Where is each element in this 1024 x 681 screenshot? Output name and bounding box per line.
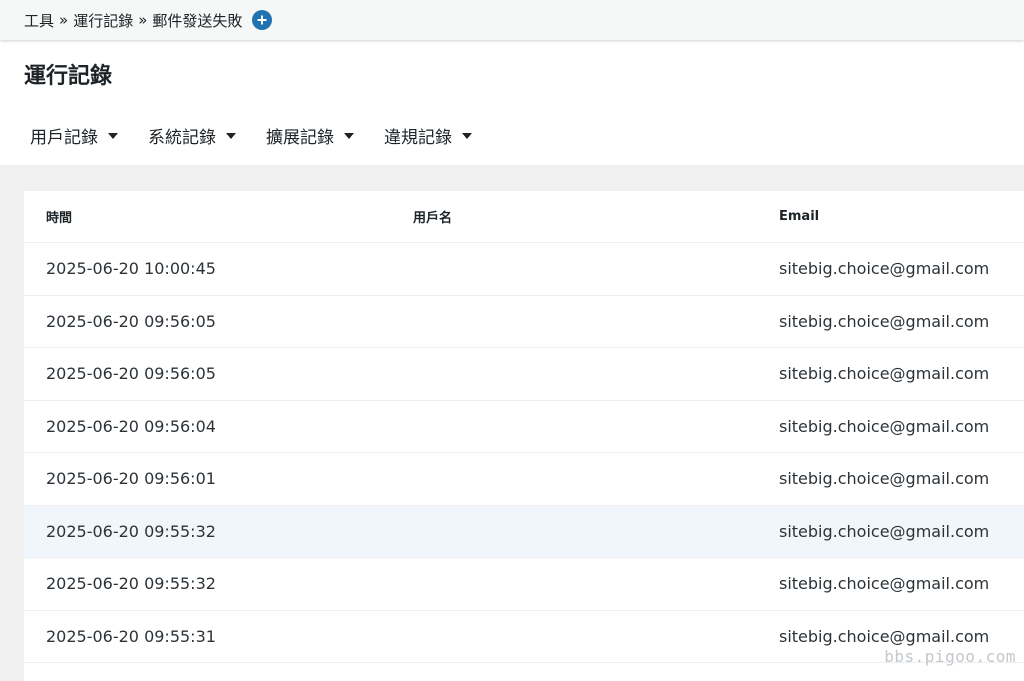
tab-system-logs[interactable]: 系統記錄 [148,123,236,148]
tab-label: 違規記錄 [384,123,452,148]
tab-label: 用戶記錄 [30,123,98,148]
cell-email: sitebig.choice@gmail.com [779,469,989,488]
add-button[interactable] [252,10,272,30]
caret-down-icon [462,133,472,139]
table-row[interactable]: 2025-06-20 09:56:04 sitebig.choice@gmail… [24,401,1024,454]
cell-time: 2025-06-20 09:55:32 [46,574,216,593]
watermark: bbs.pigoo.com [884,647,1016,666]
tab-label: 擴展記錄 [266,123,334,148]
cell-email: sitebig.choice@gmail.com [779,627,989,646]
caret-down-icon [108,133,118,139]
table-row[interactable]: 2025-06-20 09:55:31 sitebig.choice@gmail… [24,611,1024,664]
cell-time: 2025-06-20 09:56:05 [46,364,216,383]
breadcrumb-bar: 工具 » 運行記錄 » 郵件發送失敗 [0,0,1024,40]
cell-email: sitebig.choice@gmail.com [779,259,989,278]
table-row[interactable]: 2025-06-20 10:00:45 sitebig.choice@gmail… [24,243,1024,296]
cell-time: 2025-06-20 09:56:01 [46,469,216,488]
breadcrumb-item-tools[interactable]: 工具 [24,10,54,31]
cell-email: sitebig.choice@gmail.com [779,574,989,593]
breadcrumb-separator: » [59,11,68,29]
tab-user-logs[interactable]: 用戶記錄 [30,123,118,148]
table-row[interactable]: 2025-06-20 09:56:05 sitebig.choice@gmail… [24,296,1024,349]
plus-circle-icon [256,14,268,26]
tab-extension-logs[interactable]: 擴展記錄 [266,123,354,148]
table-row-highlighted[interactable]: 2025-06-20 09:55:32 sitebig.choice@gmail… [24,506,1024,559]
cell-time: 2025-06-20 10:00:45 [46,259,216,278]
column-header-email: Email [779,209,819,224]
page-header: 運行記錄 用戶記錄 系統記錄 擴展記錄 違規記錄 [0,40,1024,165]
cell-email: sitebig.choice@gmail.com [779,312,989,331]
cell-email: sitebig.choice@gmail.com [779,417,989,436]
breadcrumb-separator: » [138,11,147,29]
cell-time: 2025-06-20 09:56:05 [46,312,216,331]
caret-down-icon [226,133,236,139]
page-title: 運行記錄 [24,58,112,90]
column-header-time: 時間 [46,207,72,226]
table-row[interactable]: 2025-06-20 09:56:05 sitebig.choice@gmail… [24,348,1024,401]
cell-time: 2025-06-20 09:55:31 [46,627,216,646]
log-table: 時間 用戶名 Email 2025-06-20 10:00:45 sitebig… [24,191,1024,681]
cell-time: 2025-06-20 09:56:04 [46,417,216,436]
breadcrumb-item-current: 郵件發送失敗 [152,10,242,31]
table-row[interactable]: 2025-06-20 09:55:32 sitebig.choice@gmail… [24,558,1024,611]
cell-email: sitebig.choice@gmail.com [779,364,989,383]
column-header-username: 用戶名 [413,207,452,226]
cell-time: 2025-06-20 09:55:32 [46,522,216,541]
tab-violation-logs[interactable]: 違規記錄 [384,123,472,148]
cell-email: sitebig.choice@gmail.com [779,522,989,541]
log-type-tabs: 用戶記錄 系統記錄 擴展記錄 違規記錄 [30,123,472,148]
table-row[interactable]: 2025-06-20 09:56:01 sitebig.choice@gmail… [24,453,1024,506]
caret-down-icon [344,133,354,139]
table-header: 時間 用戶名 Email [24,191,1024,243]
tab-label: 系統記錄 [148,123,216,148]
breadcrumb-item-logs[interactable]: 運行記錄 [73,10,133,31]
